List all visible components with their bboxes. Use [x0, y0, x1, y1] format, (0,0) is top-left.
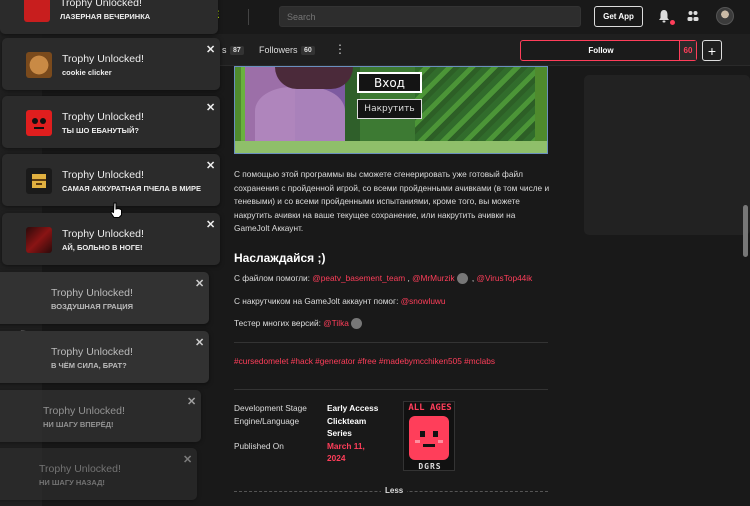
- more-options-icon[interactable]: ⋮: [334, 42, 346, 56]
- notification-title: Trophy Unlocked!: [43, 405, 125, 417]
- show-less-button[interactable]: Less: [381, 486, 408, 495]
- notification-text: ТЫ ШО ЕБАНУТЫЙ?: [62, 126, 139, 135]
- close-icon[interactable]: ✕: [206, 101, 215, 114]
- published-value-line-1: March 11,: [327, 441, 365, 451]
- post-tags[interactable]: #cursedomelet #hack #generator #free #ma…: [234, 356, 495, 366]
- stage-label: Development Stage: [234, 403, 307, 413]
- user-avatar[interactable]: [716, 7, 734, 25]
- post-image[interactable]: Вход Накрутить: [234, 66, 548, 154]
- divider: [234, 389, 548, 390]
- following-count: 87: [230, 46, 244, 55]
- boost-image-button: Накрутить: [357, 99, 422, 119]
- image-character: [255, 87, 345, 147]
- engine-value-line-1[interactable]: Clickteam: [327, 415, 366, 427]
- notification-text: НИ ШАГУ ВПЕРЁД!: [43, 420, 114, 429]
- hand-cursor-icon: [110, 202, 122, 218]
- blood-icon: [26, 227, 52, 253]
- close-icon[interactable]: ✕: [183, 453, 192, 466]
- close-icon[interactable]: ✕: [206, 218, 215, 231]
- notification-title: Trophy Unlocked!: [51, 346, 133, 358]
- friend-requests-icon[interactable]: [686, 9, 700, 23]
- image-shadow: [275, 67, 353, 89]
- tester-line: Тестер многих версий: @Tilka: [234, 318, 364, 330]
- engine-value-line-2[interactable]: Series: [327, 427, 352, 439]
- bell-icon[interactable]: [658, 9, 670, 23]
- post-description: С помощью этой программы вы сможете сген…: [234, 169, 550, 234]
- tester-prefix: Тестер многих версий:: [234, 318, 324, 328]
- boost-helper-line: С накрутчиком на GameJolt аккаунт помог:…: [234, 296, 446, 306]
- post-heading: Наслаждайся ;): [234, 251, 326, 265]
- follow-count: 60: [679, 41, 696, 60]
- divider: [234, 342, 548, 343]
- mention-link[interactable]: @MrMurzik: [412, 273, 455, 283]
- close-icon[interactable]: ✕: [187, 395, 196, 408]
- boost-helper-prefix: С накрутчиком на GameJolt аккаунт помог:: [234, 296, 401, 306]
- notification-text: АЙ, БОЛЬНО В НОГЕ!: [62, 243, 143, 252]
- notification-text: cookie clicker: [62, 68, 112, 77]
- age-rating-badge: ALL AGES DGRS: [403, 401, 455, 471]
- notification-title: Trophy Unlocked!: [60, 0, 142, 9]
- close-icon[interactable]: ✕: [206, 43, 215, 56]
- mention-avatar: [350, 318, 362, 330]
- notification-text: ВОЗДУШНАЯ ГРАЦИЯ: [51, 302, 133, 311]
- helpers-line: С файлом помогли: @peatv_basement_team ,…: [234, 273, 533, 285]
- close-icon[interactable]: ✕: [195, 277, 204, 290]
- close-icon[interactable]: ✕: [195, 336, 204, 349]
- notification-title: Trophy Unlocked!: [62, 111, 144, 123]
- followers-count: 60: [301, 46, 315, 55]
- scrollbar-thumb[interactable]: [743, 205, 748, 257]
- trophy-notification[interactable]: Trophy Unlocked! САМАЯ АККУРАТНАЯ ПЧЕЛА …: [2, 154, 220, 206]
- rating-org: DGRS: [418, 462, 442, 471]
- follow-button[interactable]: Follow 60: [520, 40, 697, 61]
- trophy-notification[interactable]: Trophy Unlocked! cookie clicker ✕: [2, 38, 220, 90]
- trophy-notification[interactable]: Trophy Unlocked! ЛАЗЕРНАЯ ВЕЧЕРИНКА: [0, 0, 218, 34]
- trophy-notification[interactable]: Trophy Unlocked! НИ ШАГУ НАЗАД! ✕: [0, 448, 197, 500]
- notification-text: САМАЯ АККУРАТНАЯ ПЧЕЛА В МИРЕ: [62, 184, 202, 193]
- following-label-partial[interactable]: s: [222, 45, 227, 55]
- notification-title: Trophy Unlocked!: [62, 169, 144, 181]
- mention-link[interactable]: @peatv_basement_team: [312, 273, 405, 283]
- mention-link[interactable]: @VirusTop44ik: [477, 273, 533, 283]
- notification-title: Trophy Unlocked!: [62, 228, 144, 240]
- sidebar-panel: [584, 75, 750, 235]
- add-to-list-button[interactable]: +: [702, 40, 722, 61]
- mention-avatar: [456, 273, 468, 285]
- follow-label: Follow: [588, 46, 614, 55]
- cookie-icon: [26, 52, 52, 78]
- notification-text: ЛАЗЕРНАЯ ВЕЧЕРИНКА: [60, 12, 151, 21]
- close-icon[interactable]: ✕: [206, 159, 215, 172]
- red-character-icon: [24, 0, 50, 22]
- red-face-icon: [26, 110, 52, 136]
- trophy-notification[interactable]: Trophy Unlocked! НИ ШАГУ ВПЕРЁД! ✕: [0, 390, 201, 442]
- rating-label: ALL AGES: [408, 403, 452, 413]
- trophy-notification[interactable]: Trophy Unlocked! ТЫ ШО ЕБАНУТЫЙ? ✕: [2, 96, 220, 148]
- smiley-icon: [409, 416, 449, 460]
- mention-link[interactable]: @snowluwu: [401, 296, 446, 306]
- mention-link[interactable]: @Tilka: [323, 318, 349, 328]
- notification-title: Trophy Unlocked!: [39, 463, 121, 475]
- engine-label: Engine/Language: [234, 416, 300, 426]
- notification-title: Trophy Unlocked!: [51, 287, 133, 299]
- trophy-notification[interactable]: Trophy Unlocked! ВОЗДУШНАЯ ГРАЦИЯ ✕: [0, 272, 209, 324]
- get-app-button[interactable]: Get App: [594, 6, 643, 27]
- notification-dot: [670, 20, 675, 25]
- page: { "topbar": { "tab_partial": "E", "searc…: [0, 0, 750, 506]
- published-value-line-2: 2024: [327, 453, 346, 463]
- image-ground: [235, 141, 547, 153]
- trophy-notification[interactable]: Trophy Unlocked! В ЧЁМ СИЛА, БРАТ? ✕: [0, 331, 209, 383]
- notification-text: В ЧЁМ СИЛА, БРАТ?: [51, 361, 127, 370]
- login-image-button: Вход: [357, 72, 422, 93]
- separator: ,: [469, 273, 477, 283]
- notification-text: НИ ШАГУ НАЗАД!: [39, 478, 105, 487]
- bee-icon: [26, 168, 52, 194]
- stage-value: Early Access: [327, 403, 379, 413]
- published-label: Published On: [234, 441, 284, 451]
- search-input[interactable]: [279, 6, 581, 27]
- helpers-prefix: С файлом помогли:: [234, 273, 313, 283]
- followers-link[interactable]: Followers: [259, 45, 298, 55]
- trophy-notification[interactable]: Trophy Unlocked! АЙ, БОЛЬНО В НОГЕ! ✕: [2, 213, 220, 265]
- notification-title: Trophy Unlocked!: [62, 53, 144, 65]
- divider: [248, 9, 249, 25]
